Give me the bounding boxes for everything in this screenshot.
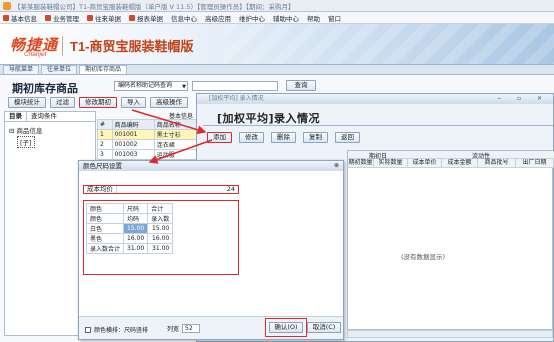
arrow-to-color-dialog [148,139,213,164]
arrow-to-add [131,109,207,135]
annotation-arrows [131,109,213,164]
